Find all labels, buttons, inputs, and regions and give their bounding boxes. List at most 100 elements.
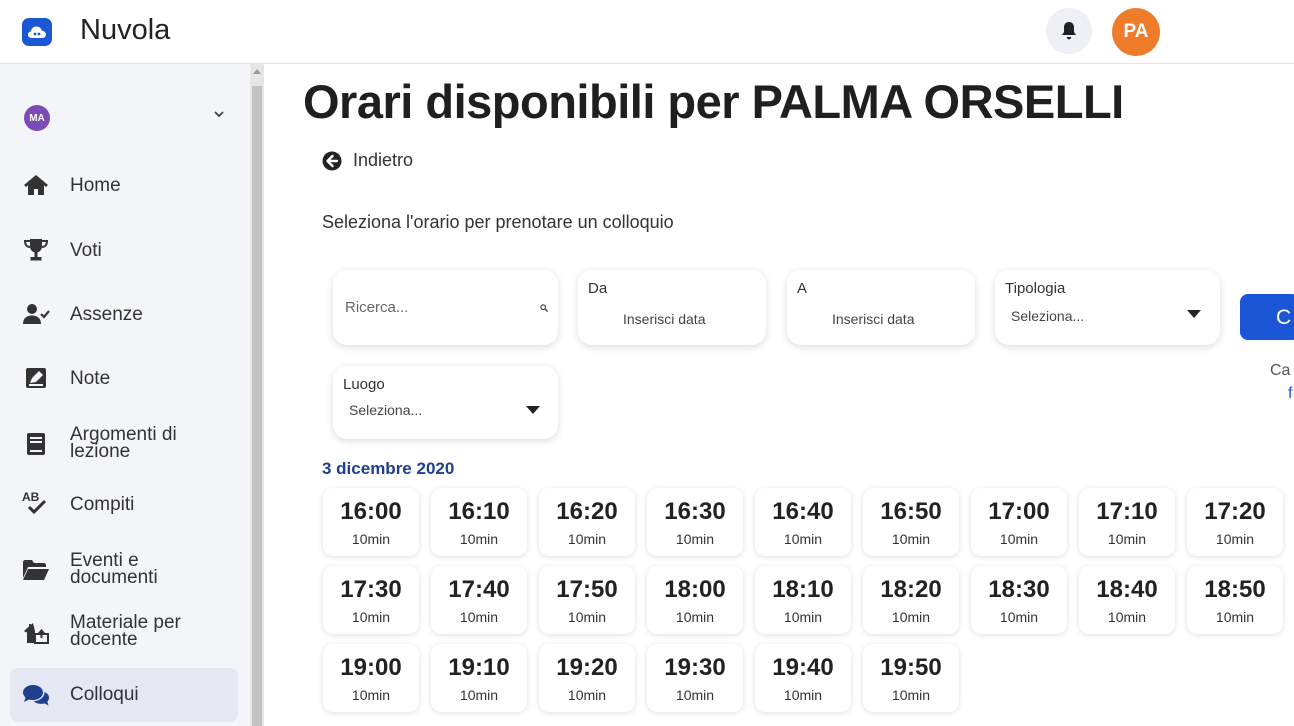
- top-bar: Nuvola PA: [0, 0, 1294, 64]
- slot-time: 18:50: [1204, 576, 1266, 603]
- slot-duration: 10min: [567, 609, 607, 625]
- search-button[interactable]: C: [1240, 294, 1294, 340]
- slot-duration: 10min: [999, 609, 1039, 625]
- time-slot[interactable]: 17:50 10min: [539, 566, 635, 634]
- date-heading: 3 dicembre 2020: [322, 459, 455, 478]
- account-switcher[interactable]: MA: [24, 102, 240, 134]
- page-subtitle: Seleziona l'orario per prenotare un coll…: [322, 212, 674, 232]
- slot-time: 16:50: [880, 498, 942, 525]
- date-from-field[interactable]: Da Inserisci data: [578, 270, 766, 345]
- time-slot[interactable]: 19:00 10min: [323, 644, 419, 712]
- time-slot[interactable]: 17:00 10min: [971, 488, 1067, 556]
- time-slot[interactable]: 18:00 10min: [647, 566, 743, 634]
- place-select[interactable]: Luogo Seleziona...: [333, 366, 558, 439]
- slot-duration: 10min: [567, 687, 607, 703]
- slot-time: 17:30: [340, 576, 402, 603]
- sidebar-item-materiale-per-docente[interactable]: Materiale per docente: [10, 610, 238, 654]
- notifications-button[interactable]: [1046, 8, 1092, 54]
- sidebar-item-argomenti-di-lezione[interactable]: Argomenti di lezione: [10, 422, 238, 466]
- time-slot[interactable]: 16:20 10min: [539, 488, 635, 556]
- time-slot[interactable]: 16:50 10min: [863, 488, 959, 556]
- date-to-value: Inserisci data: [832, 311, 915, 327]
- sidebar-item-label: Compiti: [70, 494, 135, 515]
- slot-duration: 10min: [783, 531, 823, 547]
- time-slot[interactable]: 16:00 10min: [323, 488, 419, 556]
- slot-duration: 10min: [891, 609, 931, 625]
- chat-icon: [22, 681, 50, 709]
- slot-time: 17:50: [556, 576, 618, 603]
- time-slot[interactable]: 19:50 10min: [863, 644, 959, 712]
- note-icon: [22, 364, 50, 392]
- time-slot[interactable]: 17:40 10min: [431, 566, 527, 634]
- date-from-label: Da: [588, 280, 608, 297]
- time-slot[interactable]: 18:10 10min: [755, 566, 851, 634]
- time-slot[interactable]: 18:50 10min: [1187, 566, 1283, 634]
- cloud-logo-icon[interactable]: [22, 18, 52, 46]
- time-slot[interactable]: 16:30 10min: [647, 488, 743, 556]
- slot-time: 19:40: [772, 654, 834, 681]
- sidebar-item-label: Eventi e documenti: [70, 550, 158, 588]
- sidebar-item-voti[interactable]: Voti: [10, 233, 238, 267]
- slot-time: 18:00: [664, 576, 726, 603]
- trophy-icon: [22, 236, 50, 264]
- sidebar-scrollbar[interactable]: [250, 64, 264, 726]
- slot-duration: 10min: [1107, 609, 1147, 625]
- time-slot[interactable]: 18:30 10min: [971, 566, 1067, 634]
- sidebar-item-compiti[interactable]: AB Compiti: [10, 487, 238, 521]
- slot-duration: 10min: [459, 531, 499, 547]
- slot-time: 18:30: [988, 576, 1050, 603]
- clipped-link[interactable]: f: [1288, 385, 1292, 403]
- slot-duration: 10min: [675, 609, 715, 625]
- time-slot[interactable]: 19:30 10min: [647, 644, 743, 712]
- slot-duration: 10min: [891, 531, 931, 547]
- back-link[interactable]: Indietro: [322, 150, 413, 171]
- time-slot[interactable]: 19:40 10min: [755, 644, 851, 712]
- folder-icon: [22, 556, 50, 584]
- type-label: Tipologia: [1005, 280, 1066, 297]
- sidebar-item-home[interactable]: Home: [10, 168, 238, 202]
- time-slot[interactable]: 19:20 10min: [539, 644, 635, 712]
- search-input[interactable]: Ricerca...: [333, 270, 558, 345]
- slot-time: 17:10: [1096, 498, 1158, 525]
- slot-time: 16:10: [448, 498, 510, 525]
- slot-duration: 10min: [351, 687, 391, 703]
- time-slot[interactable]: 17:10 10min: [1079, 488, 1175, 556]
- home-icon: [22, 171, 50, 199]
- time-slot[interactable]: 19:10 10min: [431, 644, 527, 712]
- user-check-icon: [22, 300, 50, 328]
- type-select[interactable]: Tipologia Seleziona...: [995, 270, 1220, 345]
- sidebar-item-label: Argomenti di lezione: [70, 424, 177, 462]
- time-slot[interactable]: 18:20 10min: [863, 566, 959, 634]
- slot-time: 19:00: [340, 654, 402, 681]
- scrollbar-thumb[interactable]: [252, 86, 262, 726]
- slot-time: 17:40: [448, 576, 510, 603]
- slot-duration: 10min: [783, 687, 823, 703]
- sidebar-item-note[interactable]: Note: [10, 361, 238, 395]
- slot-duration: 10min: [891, 687, 931, 703]
- sidebar-item-colloqui[interactable]: Colloqui: [10, 668, 238, 722]
- slot-time: 16:40: [772, 498, 834, 525]
- page-title: Orari disponibili per PALMA ORSELLI: [303, 75, 1124, 128]
- time-slot[interactable]: 18:40 10min: [1079, 566, 1175, 634]
- sidebar-item-label: Assenze: [70, 304, 143, 325]
- sidebar-item-assenze[interactable]: Assenze: [10, 297, 238, 331]
- time-slot[interactable]: 17:20 10min: [1187, 488, 1283, 556]
- slot-time: 19:50: [880, 654, 942, 681]
- sidebar-item-label: Materiale per docente: [70, 612, 181, 650]
- account-avatar: MA: [24, 105, 50, 131]
- slot-duration: 10min: [459, 609, 499, 625]
- sidebar-item-eventi-e-documenti[interactable]: Eventi e documenti: [10, 548, 238, 592]
- time-slot[interactable]: 16:40 10min: [755, 488, 851, 556]
- svg-text:AB: AB: [22, 490, 40, 504]
- time-slot[interactable]: 16:10 10min: [431, 488, 527, 556]
- time-slot[interactable]: 17:30 10min: [323, 566, 419, 634]
- user-avatar[interactable]: PA: [1112, 8, 1160, 56]
- slot-time: 19:20: [556, 654, 618, 681]
- arrow-circle-left-icon: [322, 151, 342, 170]
- type-value: Seleziona...: [1011, 308, 1085, 324]
- scroll-up-arrow-icon[interactable]: [253, 69, 261, 74]
- slot-duration: 10min: [567, 531, 607, 547]
- slot-duration: 10min: [1215, 531, 1255, 547]
- slot-duration: 10min: [459, 687, 499, 703]
- date-to-field[interactable]: A Inserisci data: [787, 270, 975, 345]
